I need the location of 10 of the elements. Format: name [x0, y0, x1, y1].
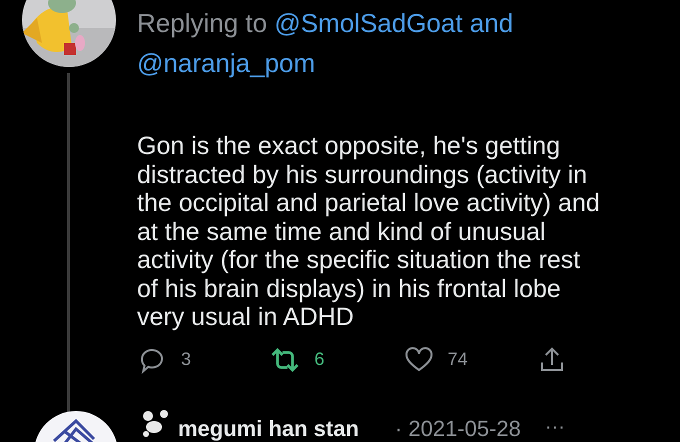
more-button[interactable]: ··· [544, 416, 565, 439]
reply-button[interactable]: 3 [137, 344, 270, 374]
author-name[interactable]: megumi han stan [178, 417, 359, 441]
mention-link[interactable]: @naranja_pom [137, 48, 316, 78]
mention-link[interactable]: @SmolSadGoat and [274, 8, 514, 38]
tweet-text: Gon is the exact opposite, he's getting distracted by his surroundings (activity in the occipital and parietal love activity) and at the same time and kind of unusual activity (for the specific situation the rest of his brain displays) in his frontal lobe very usual in ADHD [137, 132, 601, 332]
tweet-date: · 2021-05-28 [394, 417, 521, 441]
like-button[interactable]: 74 [404, 344, 537, 374]
retweet-button[interactable]: 6 [270, 344, 404, 374]
replying-label: Replying to [137, 8, 268, 38]
